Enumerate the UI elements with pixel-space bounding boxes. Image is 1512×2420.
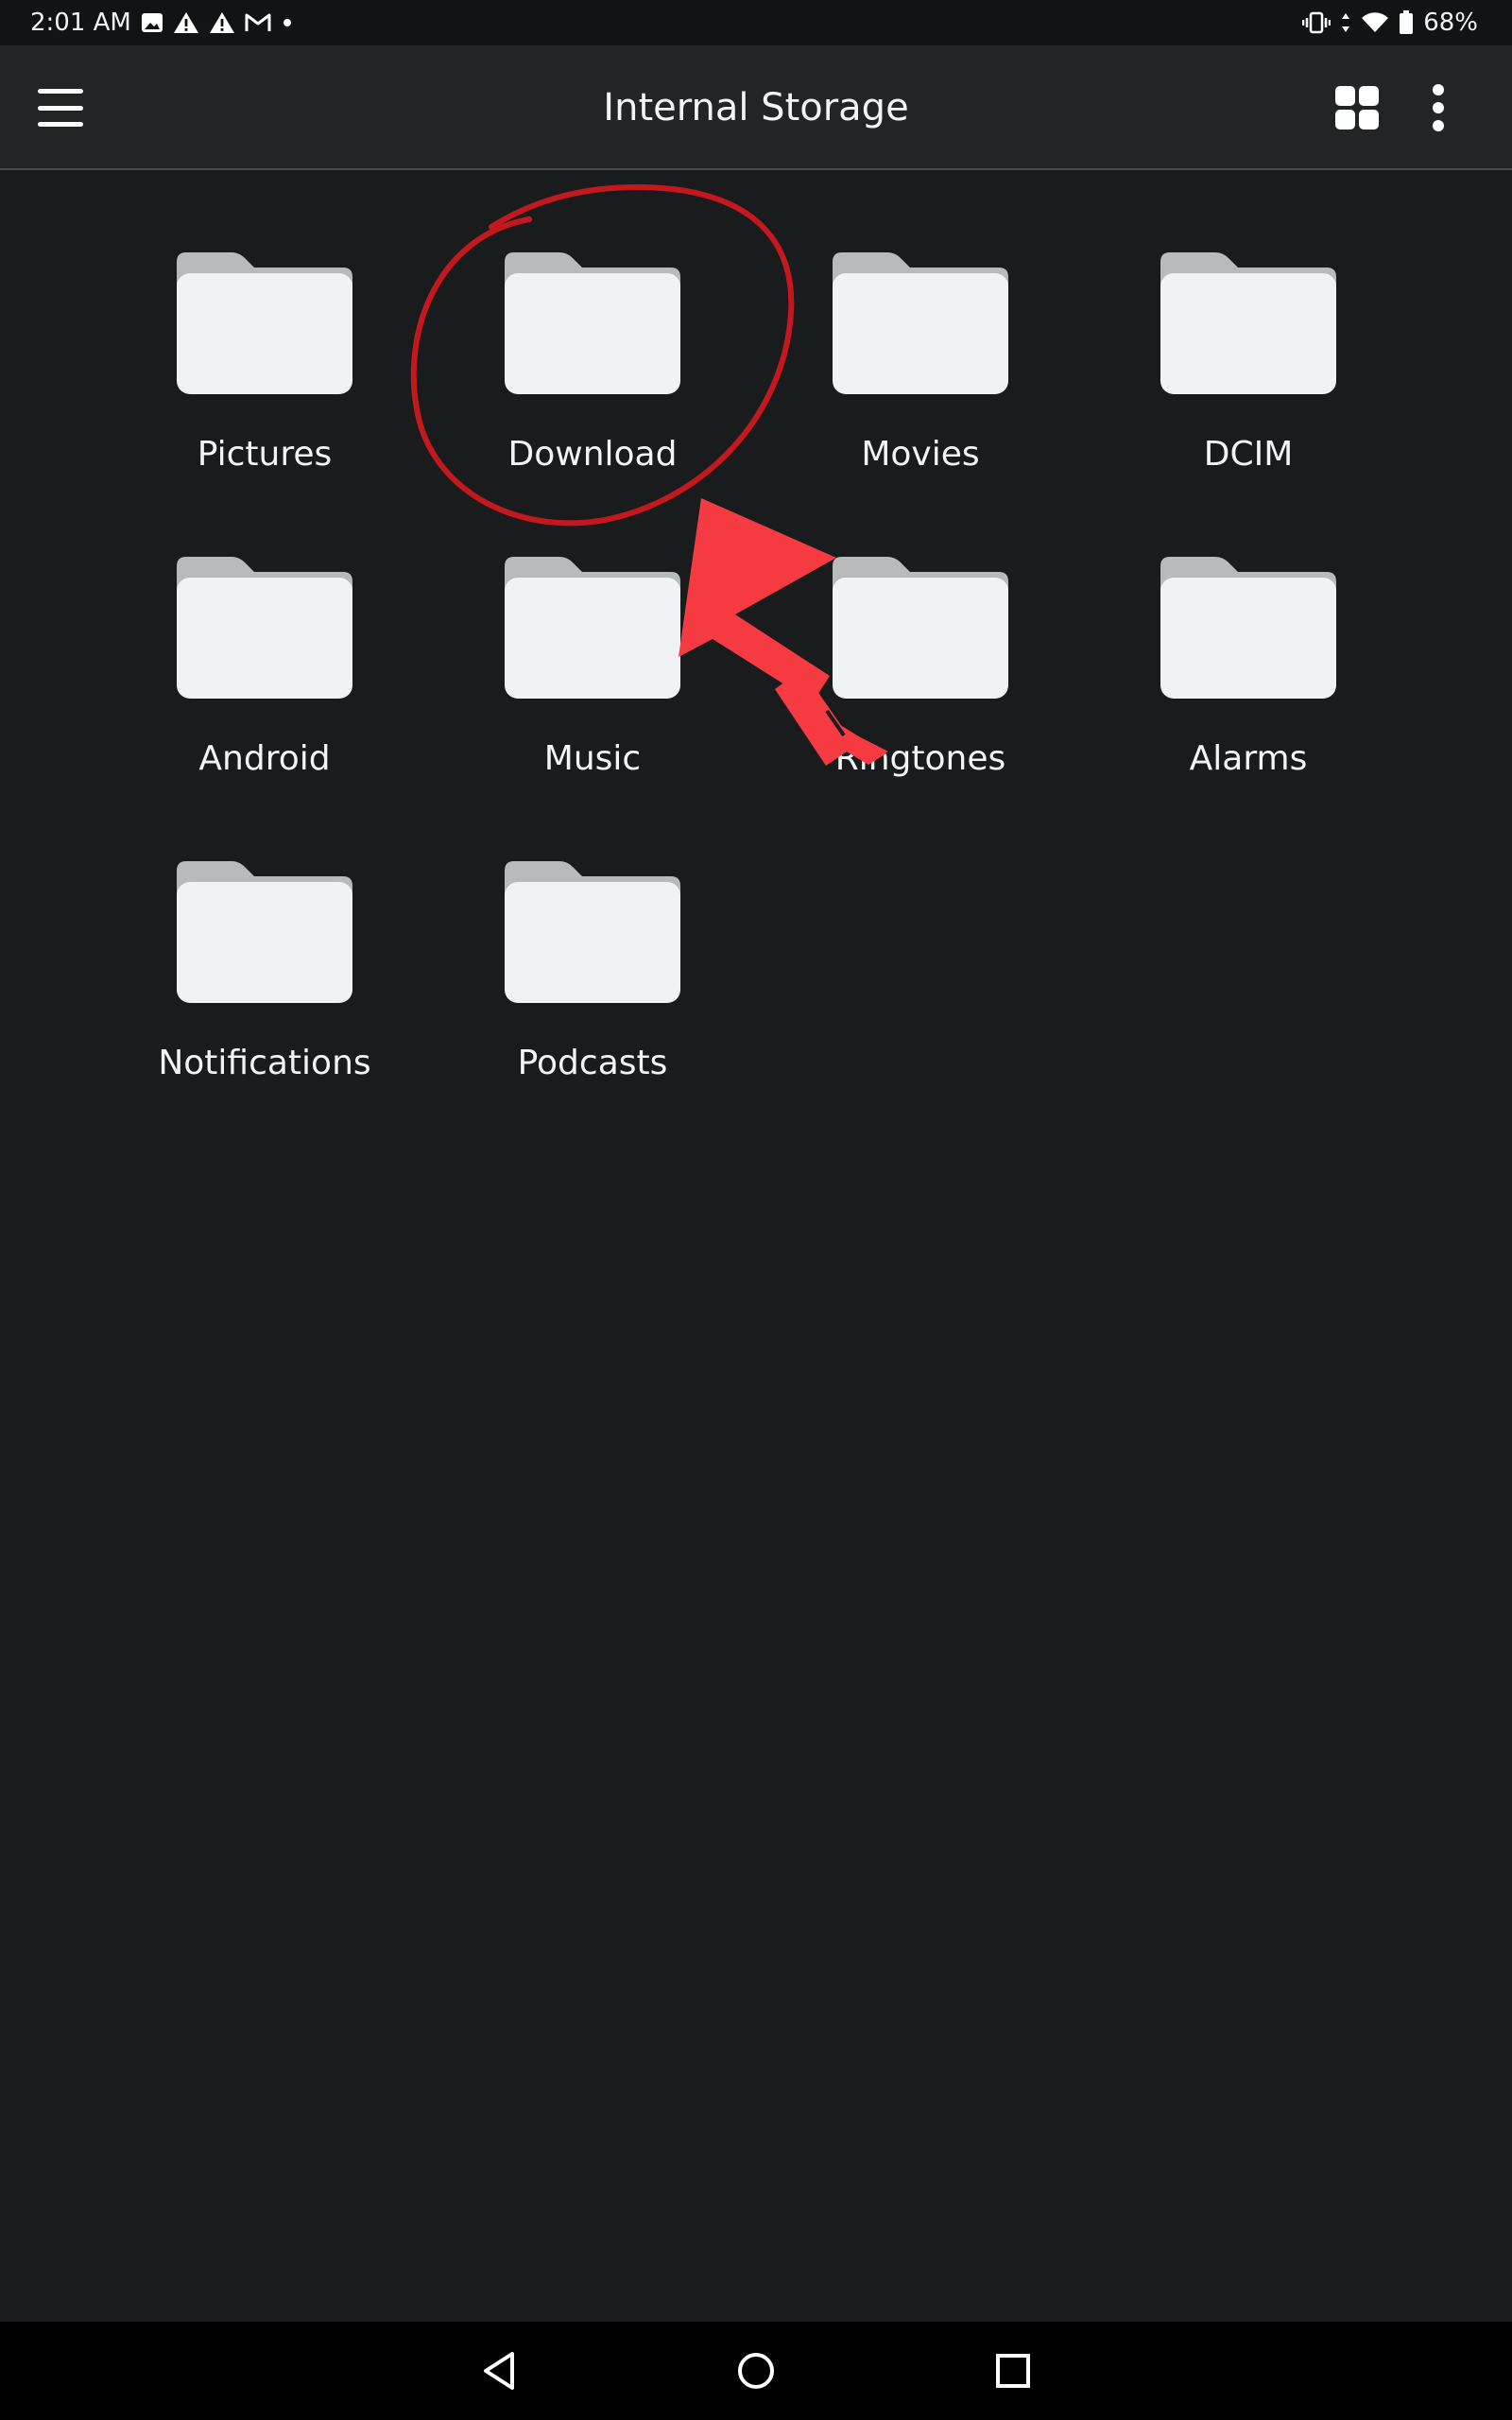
back-triangle-icon[interactable]	[476, 2346, 525, 2395]
folder-label: Pictures	[197, 435, 333, 474]
folder-label: Download	[507, 435, 678, 474]
folder-icon	[505, 861, 680, 1003]
folder-label: Android	[198, 739, 331, 778]
folder-label: Alarms	[1189, 739, 1308, 778]
folder-podcasts[interactable]: Podcasts	[451, 784, 734, 1082]
folder-dcim[interactable]: DCIM	[1107, 175, 1390, 474]
folder-alarms[interactable]: Alarms	[1107, 479, 1390, 778]
wifi-icon	[1361, 11, 1389, 34]
alert-icon	[209, 11, 235, 34]
folder-label: DCIM	[1203, 435, 1294, 474]
folder-pictures[interactable]: Pictures	[123, 175, 406, 474]
folder-icon	[177, 557, 352, 699]
folder-notifications[interactable]: Notifications	[123, 784, 406, 1082]
hamburger-menu-icon[interactable]	[38, 85, 83, 130]
gmail-icon	[245, 12, 271, 33]
folder-icon	[177, 861, 352, 1003]
battery-icon	[1399, 10, 1414, 35]
alert-icon	[173, 11, 199, 34]
folder-icon	[833, 252, 1008, 394]
more-vert-icon[interactable]	[1416, 83, 1461, 132]
folder-icon	[505, 557, 680, 699]
system-nav-bar	[0, 2322, 1512, 2420]
folder-icon	[833, 557, 1008, 699]
folder-icon	[1160, 557, 1336, 699]
folder-label: Movies	[861, 435, 980, 474]
page-title: Internal Storage	[603, 86, 909, 130]
folder-movies[interactable]: Movies	[779, 175, 1062, 474]
recents-square-icon[interactable]	[988, 2346, 1038, 2395]
folder-icon	[505, 252, 680, 394]
image-icon	[141, 11, 163, 34]
folder-download[interactable]: Download	[451, 175, 734, 474]
status-left: 2:01 AM	[30, 9, 294, 37]
data-arrows-icon	[1340, 11, 1351, 34]
status-time: 2:01 AM	[30, 9, 131, 37]
home-circle-icon[interactable]	[731, 2346, 781, 2395]
app-bar: Internal Storage	[0, 45, 1512, 170]
folder-label: Ringtones	[834, 739, 1006, 778]
vibrate-icon	[1302, 11, 1332, 34]
folder-android[interactable]: Android	[123, 479, 406, 778]
folder-ringtones[interactable]: Ringtones	[779, 479, 1062, 778]
grid-view-icon[interactable]	[1334, 85, 1380, 130]
status-bar: 2:01 AM 68%	[0, 0, 1512, 45]
status-right: 68%	[1302, 9, 1478, 37]
folder-music[interactable]: Music	[451, 479, 734, 778]
folder-label: Podcasts	[517, 1044, 668, 1082]
folder-label: Notifications	[158, 1044, 371, 1082]
dot-icon	[281, 16, 294, 29]
battery-percent: 68%	[1423, 9, 1478, 37]
folder-label: Music	[543, 739, 642, 778]
folder-icon	[177, 252, 352, 394]
folder-icon	[1160, 252, 1336, 394]
